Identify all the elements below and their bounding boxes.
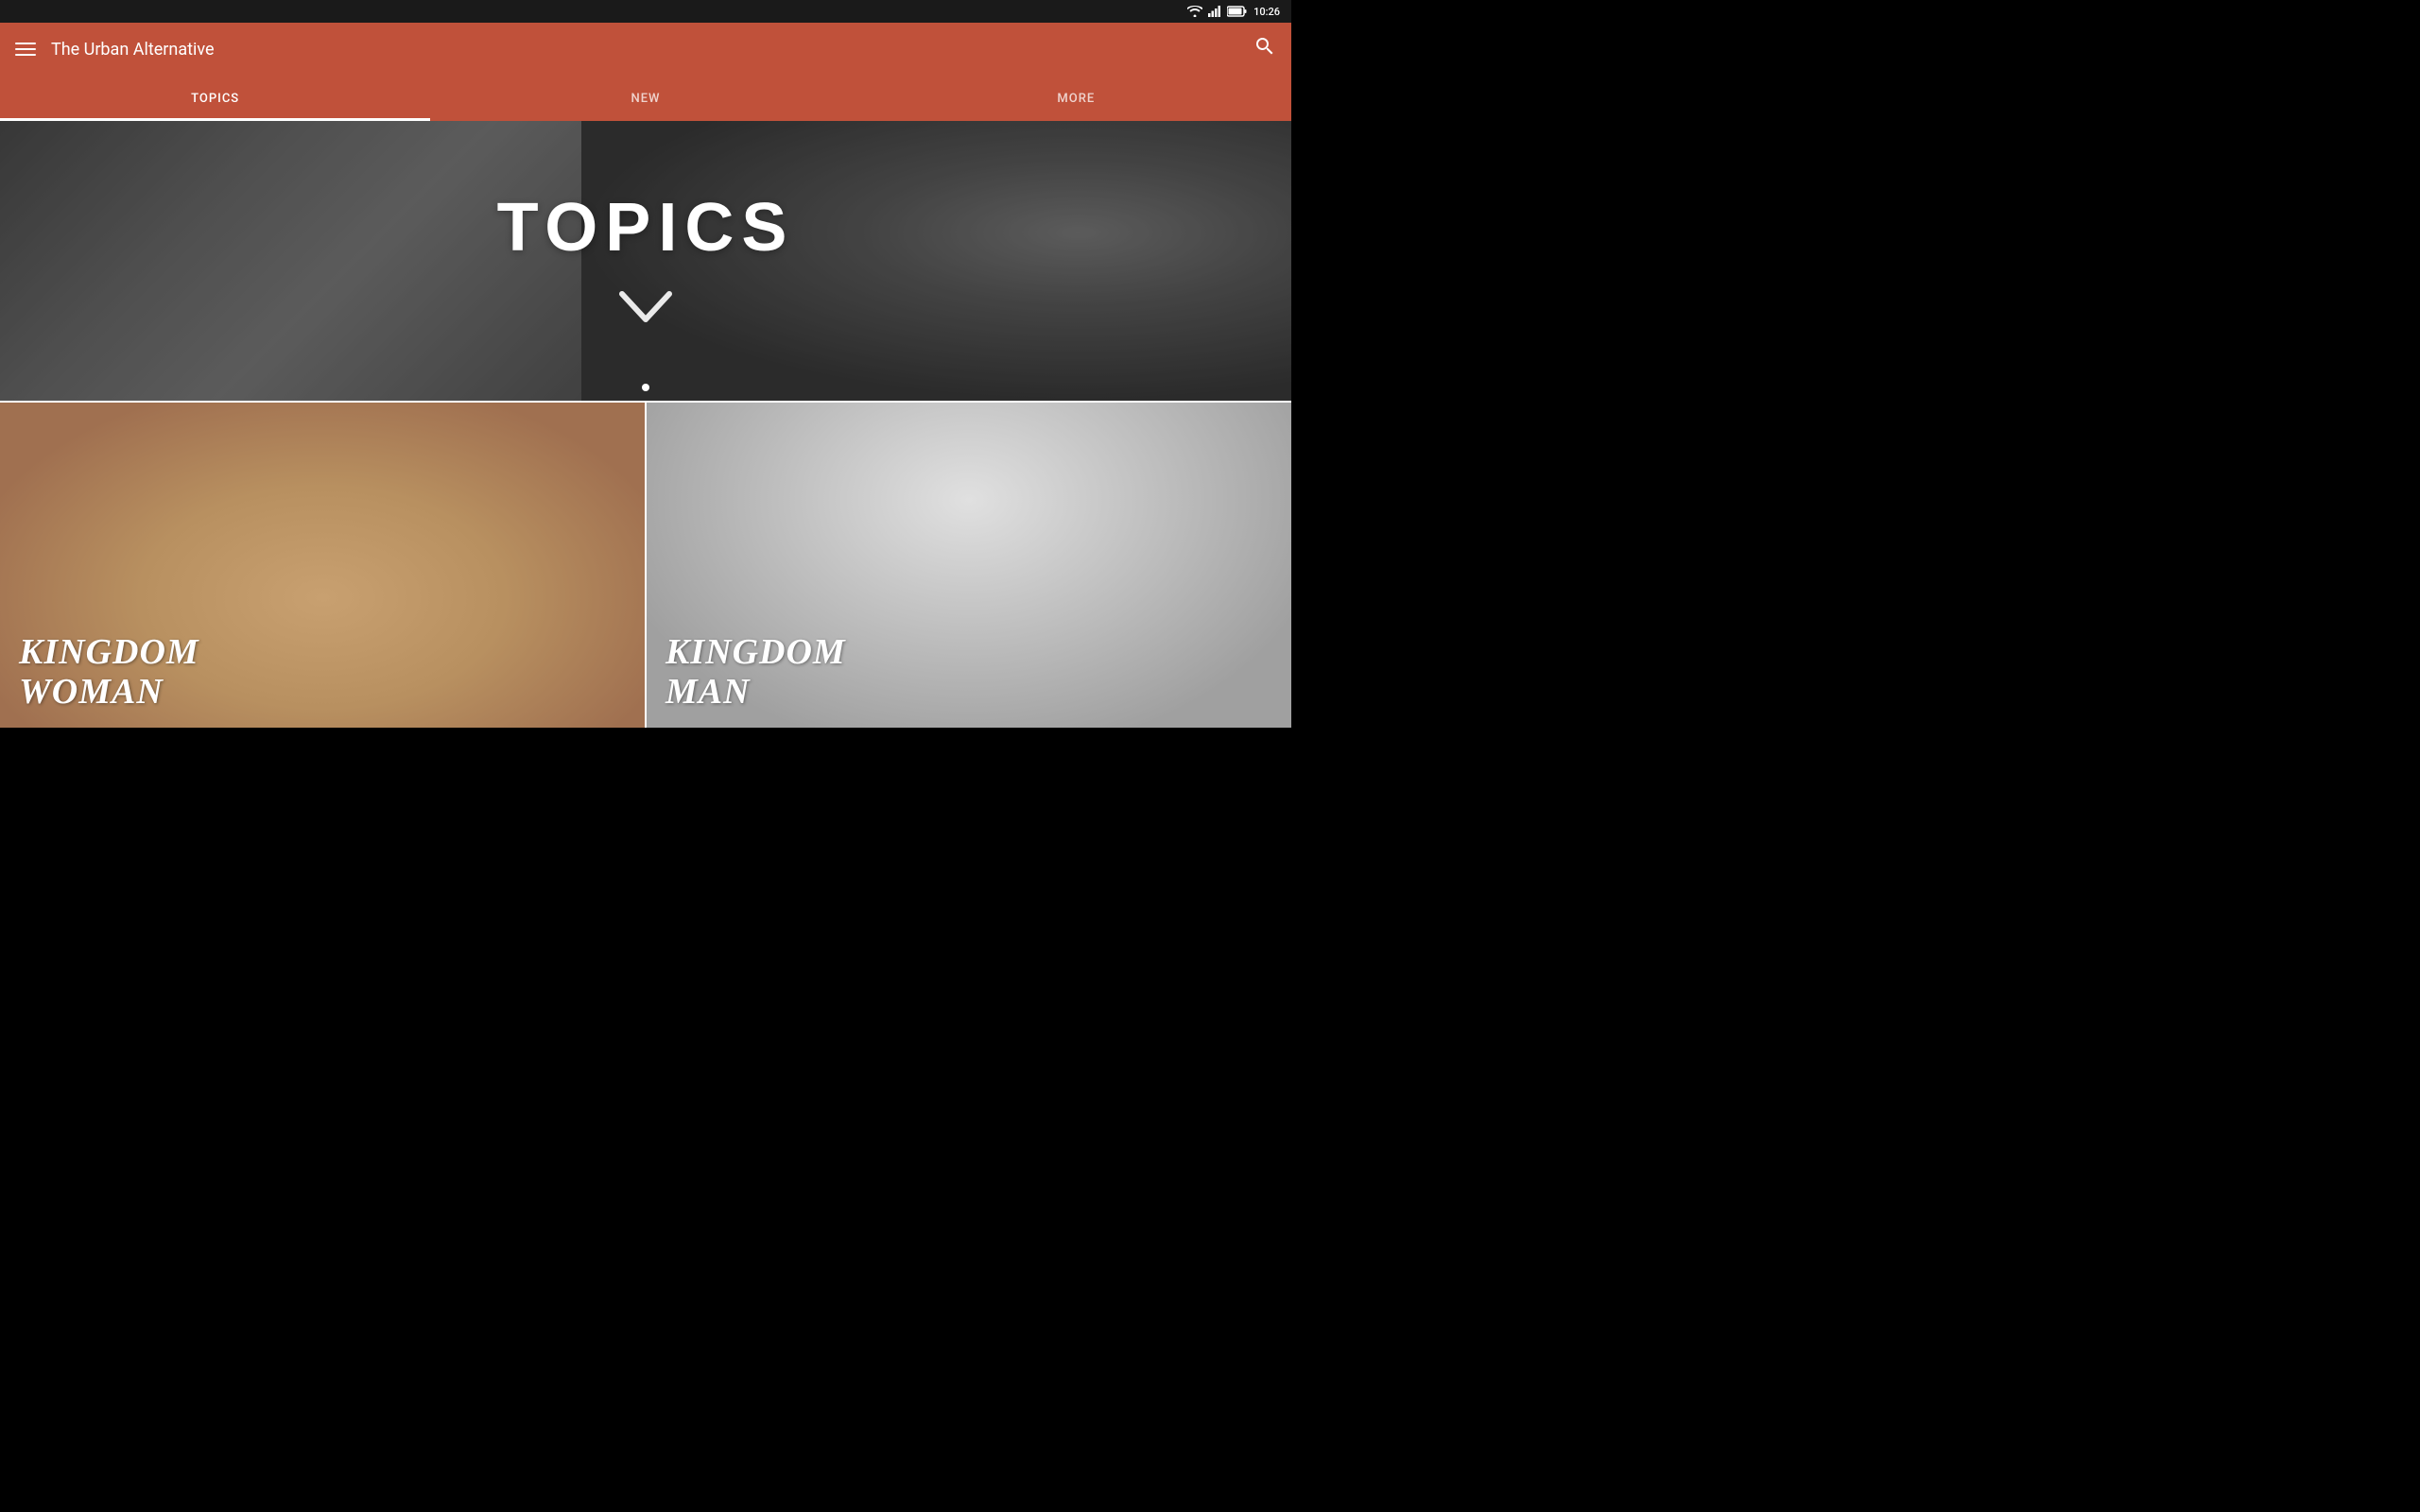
- kingdom-man-title: KINGDOM MAN: [666, 632, 1272, 713]
- chevron-down-icon[interactable]: [617, 289, 674, 333]
- kingdom-woman-card[interactable]: KINGDOM WOMAN: [0, 403, 647, 728]
- hero-content: TOPICS: [0, 121, 1291, 401]
- hero-banner: TOPICS: [0, 121, 1291, 401]
- status-bar: 10:26: [0, 0, 1291, 23]
- kingdom-woman-title: KINGDOM WOMAN: [19, 632, 626, 713]
- app-bar: The Urban Alternative: [0, 23, 1291, 76]
- tab-topics[interactable]: TOPICS: [0, 76, 430, 121]
- carousel-indicators: [642, 384, 649, 391]
- status-time: 10:26: [1253, 6, 1280, 18]
- battery-icon: [1227, 6, 1248, 17]
- wifi-icon: [1187, 6, 1202, 17]
- tab-new[interactable]: NEW: [430, 76, 860, 121]
- carousel-dot-1[interactable]: [642, 384, 649, 391]
- kingdom-man-text: KINGDOM MAN: [647, 618, 1291, 728]
- kingdom-woman-text: KINGDOM WOMAN: [0, 618, 645, 728]
- tab-more[interactable]: MORE: [861, 76, 1291, 121]
- hero-title: TOPICS: [497, 189, 795, 266]
- hamburger-menu-button[interactable]: [15, 43, 36, 56]
- search-button[interactable]: [1253, 35, 1276, 63]
- tab-bar: TOPICS NEW MORE: [0, 76, 1291, 121]
- kingdom-man-card[interactable]: KINGDOM MAN: [647, 403, 1291, 728]
- signal-icon: [1208, 6, 1221, 17]
- topic-cards: KINGDOM WOMAN KINGDOM MAN: [0, 403, 1291, 728]
- status-icons: 10:26: [1187, 6, 1280, 18]
- app-title: The Urban Alternative: [51, 40, 1253, 60]
